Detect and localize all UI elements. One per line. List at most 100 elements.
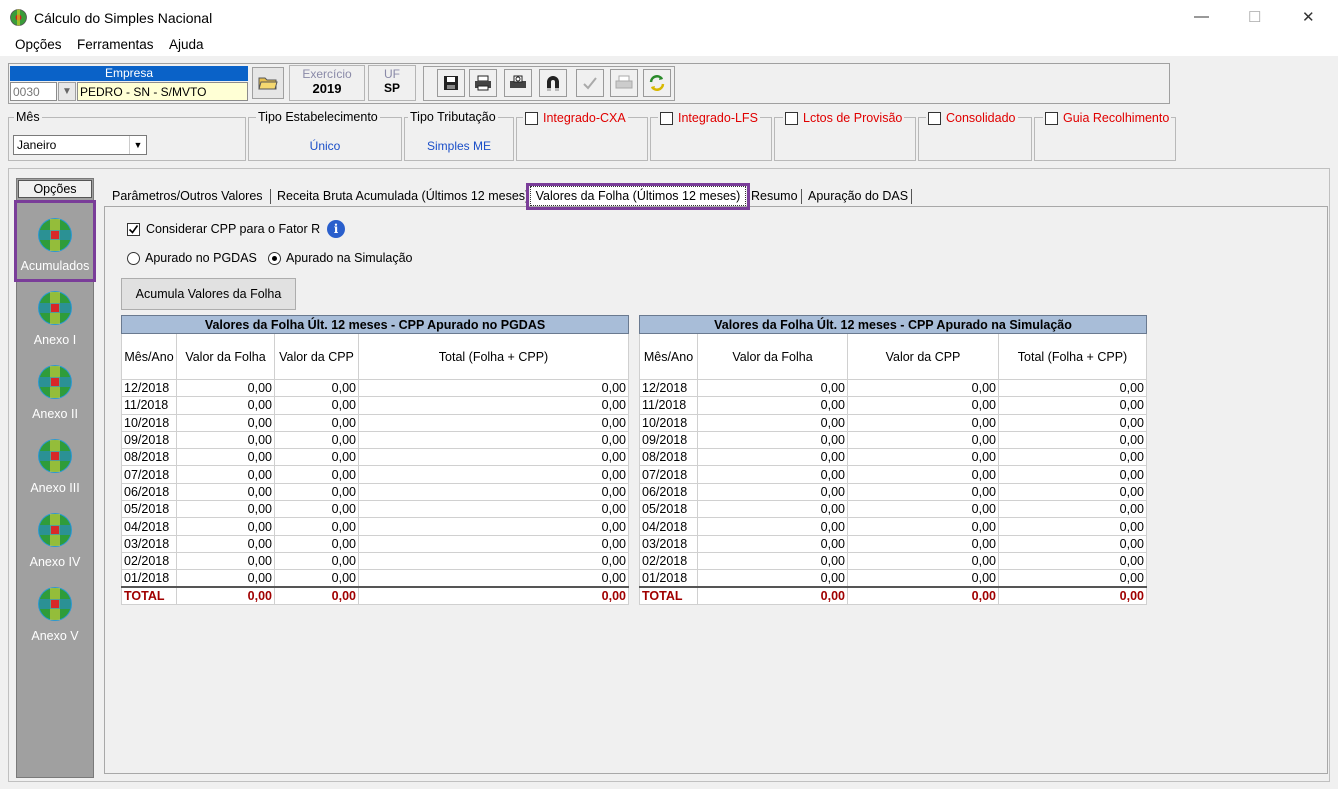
table-row[interactable]: 09/2018 0,00 0,00 0,00 — [121, 430, 629, 450]
print-disabled-button[interactable] — [610, 69, 638, 97]
total-label: TOTAL — [121, 586, 177, 606]
sidebar-item-anexo-iv[interactable]: Anexo IV — [16, 513, 94, 569]
guia-recolhimento-checkbox[interactable]: Guia Recolhimento — [1043, 111, 1172, 125]
integrado-lfs-checkbox[interactable]: Integrado-LFS — [658, 111, 760, 125]
sidebar-item-acumulados[interactable]: Acumulados — [16, 218, 94, 273]
table-row[interactable]: 11/2018 0,00 0,00 0,00 — [121, 396, 629, 415]
month-cell: 08/2018 — [121, 448, 177, 467]
tab-resumo[interactable]: Resumo — [751, 187, 798, 206]
save-button[interactable] — [437, 69, 465, 97]
total-cell: 0,00 — [998, 378, 1147, 398]
table-row[interactable]: 08/2018 0,00 0,00 0,00 — [121, 448, 629, 467]
radio-checked[interactable] — [268, 251, 281, 265]
cpp-cell: 0,00 — [847, 465, 999, 484]
table-row[interactable]: 02/2018 0,00 0,00 0,00 — [121, 551, 629, 571]
chevron-down-icon[interactable]: ▼ — [129, 136, 146, 154]
tab-receita-bruta[interactable]: Receita Bruta Acumulada (Últimos 12 mese… — [277, 187, 529, 206]
cpp-cell: 0,00 — [847, 500, 999, 519]
cpp-cell: 0,00 — [274, 378, 359, 398]
refresh-button[interactable] — [643, 69, 671, 97]
table-row[interactable]: 10/2018 0,00 0,00 0,00 — [121, 413, 629, 432]
month-cell: 09/2018 — [639, 430, 698, 450]
table-row[interactable]: 05/2018 0,00 0,00 0,00 — [639, 500, 1147, 519]
month-cell: 10/2018 — [639, 413, 698, 432]
table-row[interactable]: 04/2018 0,00 0,00 0,00 — [639, 517, 1147, 536]
cpp-cell: 0,00 — [847, 413, 999, 432]
table-row[interactable]: 09/2018 0,00 0,00 0,00 — [639, 430, 1147, 450]
menu-ajuda[interactable]: Ajuda — [169, 37, 204, 52]
lctos-provisao-checkbox[interactable]: Lctos de Provisão — [783, 111, 905, 125]
table-row[interactable]: 03/2018 0,00 0,00 0,00 — [639, 534, 1147, 553]
month-cell: 04/2018 — [121, 517, 177, 536]
table-row[interactable]: 07/2018 0,00 0,00 0,00 — [639, 465, 1147, 484]
table-row[interactable]: 01/2018 0,00 0,00 0,00 — [121, 569, 629, 588]
menu-opcoes[interactable]: Opções — [15, 37, 62, 52]
total-cell: 0,00 — [358, 465, 629, 484]
table-row[interactable]: 11/2018 0,00 0,00 0,00 — [639, 396, 1147, 415]
table-row[interactable]: 10/2018 0,00 0,00 0,00 — [639, 413, 1147, 432]
globe-icon — [38, 439, 72, 473]
tab-valores-folha[interactable]: Valores da Folha (Últimos 12 meses) — [530, 186, 746, 206]
open-folder-button[interactable] — [252, 67, 284, 99]
month-cell: 01/2018 — [639, 569, 698, 588]
checkbox-box[interactable] — [525, 111, 538, 125]
total-cpp-cell: 0,00 — [274, 586, 359, 606]
checkbox-box[interactable] — [785, 111, 798, 125]
acumula-valores-button[interactable]: Acumula Valores da Folha — [121, 278, 296, 310]
tab-parametros[interactable]: Parâmetros/Outros Valores — [112, 187, 263, 206]
month-cell: 06/2018 — [121, 482, 177, 502]
table-row[interactable]: 02/2018 0,00 0,00 0,00 — [639, 551, 1147, 571]
maximize-button[interactable]: ☐ — [1248, 8, 1261, 26]
integrado-cxa-checkbox[interactable]: Integrado-CXA — [523, 111, 628, 125]
table-row[interactable]: 07/2018 0,00 0,00 0,00 — [121, 465, 629, 484]
empresa-spin-button[interactable]: ▼ — [58, 82, 76, 101]
table-row[interactable]: 04/2018 0,00 0,00 0,00 — [121, 517, 629, 536]
info-icon[interactable]: i — [327, 220, 345, 238]
minimize-button[interactable]: — — [1194, 8, 1209, 25]
table-row[interactable]: 03/2018 0,00 0,00 0,00 — [121, 534, 629, 553]
printer-icon — [475, 75, 491, 91]
radio-simulacao[interactable]: Apurado na Simulação — [268, 251, 412, 265]
tab-apuracao-das[interactable]: Apuração do DAS — [808, 187, 908, 206]
mes-select[interactable]: Janeiro ▼ — [13, 135, 147, 155]
checkbox-box[interactable] — [660, 111, 673, 125]
table-row[interactable]: 01/2018 0,00 0,00 0,00 — [639, 569, 1147, 588]
print-button[interactable] — [469, 69, 497, 97]
guia-recolhimento-label: Guia Recolhimento — [1063, 111, 1170, 125]
table-row[interactable]: 12/2018 0,00 0,00 0,00 — [639, 378, 1147, 398]
column-header: Valor da CPP — [274, 333, 359, 380]
radio-unchecked[interactable] — [127, 251, 140, 265]
preview-button[interactable] — [504, 69, 532, 97]
table-row[interactable]: 05/2018 0,00 0,00 0,00 — [121, 500, 629, 519]
radio-pgdas[interactable]: Apurado no PGDAS — [127, 251, 257, 265]
total-cell: 0,00 — [358, 482, 629, 502]
folder-icon — [258, 77, 278, 90]
table-title: Valores da Folha Últ. 12 meses - CPP Apu… — [121, 315, 629, 334]
menu-ferramentas[interactable]: Ferramentas — [77, 37, 154, 52]
total-row: TOTAL 0,00 0,00 0,00 — [639, 586, 1147, 606]
considerar-cpp-checkbox[interactable]: Considerar CPP para o Fator R — [127, 222, 320, 236]
check-button-disabled[interactable] — [576, 69, 604, 97]
close-button[interactable]: ✕ — [1302, 8, 1315, 26]
table-row[interactable]: 08/2018 0,00 0,00 0,00 — [639, 448, 1147, 467]
table-row[interactable]: 06/2018 0,00 0,00 0,00 — [639, 482, 1147, 502]
sidebar-item-anexo-ii[interactable]: Anexo II — [16, 365, 94, 421]
cpp-cell: 0,00 — [847, 517, 999, 536]
empresa-name-field[interactable]: PEDRO - SN - S/MVTO — [77, 82, 248, 101]
empresa-code-field[interactable]: 0030 — [10, 82, 57, 101]
consolidado-checkbox[interactable]: Consolidado — [926, 111, 1018, 125]
magnet-button[interactable] — [539, 69, 567, 97]
table-row[interactable]: 12/2018 0,00 0,00 0,00 — [121, 378, 629, 398]
total-cell: 0,00 — [358, 569, 629, 588]
sidebar-item-anexo-i[interactable]: Anexo I — [16, 291, 94, 347]
sidebar-item-anexo-iii[interactable]: Anexo III — [16, 439, 94, 495]
checkbox-checked[interactable] — [127, 222, 140, 236]
cpp-cell: 0,00 — [847, 551, 999, 571]
checkbox-box[interactable] — [928, 111, 941, 125]
sidebar-item-anexo-v[interactable]: Anexo V — [16, 587, 94, 643]
cpp-cell: 0,00 — [274, 396, 359, 415]
checkbox-box[interactable] — [1045, 111, 1058, 125]
folha-cell: 0,00 — [176, 551, 275, 571]
cpp-cell: 0,00 — [274, 430, 359, 450]
table-row[interactable]: 06/2018 0,00 0,00 0,00 — [121, 482, 629, 502]
